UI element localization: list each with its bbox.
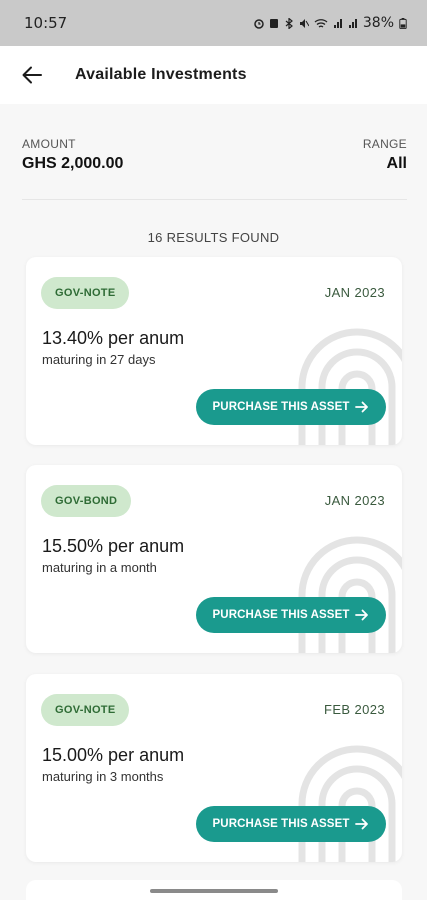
asset-type-badge: GOV-BOND — [41, 485, 132, 517]
range-label: RANGE — [362, 137, 407, 151]
purchase-button-label: PURCHASE THIS ASSET — [212, 818, 350, 830]
arrow-right-icon — [355, 401, 369, 413]
investment-card: GOV-NOTE JAN 2023 13.40% per anum maturi… — [26, 257, 402, 445]
bluetooth-icon — [285, 17, 293, 29]
page-title: Available Investments — [75, 66, 247, 83]
interest-rate: 13.40% per anum — [42, 328, 185, 348]
asset-type-badge: GOV-NOTE — [41, 277, 130, 309]
arrow-right-icon — [355, 818, 369, 830]
divider — [22, 199, 407, 200]
signal-icon — [333, 18, 342, 28]
amount-value: GHS 2,000.00 — [22, 155, 124, 172]
status-time: 10:57 — [24, 14, 68, 32]
purchase-button-label: PURCHASE THIS ASSET — [212, 609, 350, 621]
back-button[interactable] — [12, 55, 52, 95]
status-bar: 10:57 38% — [0, 0, 427, 46]
investment-card: GOV-NOTE FEB 2023 15.00% per anum maturi… — [26, 674, 402, 862]
purchase-asset-button[interactable]: PURCHASE THIS ASSET — [196, 389, 386, 425]
purchase-asset-button[interactable]: PURCHASE THIS ASSET — [196, 806, 386, 842]
arrow-left-icon — [22, 66, 42, 84]
home-indicator[interactable] — [150, 889, 278, 893]
asset-type-badge: GOV-NOTE — [41, 694, 130, 726]
interest-rate: 15.00% per anum — [42, 745, 185, 765]
alarm-icon — [254, 18, 264, 29]
battery-icon — [399, 17, 407, 29]
results-count: 16 RESULTS FOUND — [147, 230, 280, 245]
asset-date: JAN 2023 — [324, 493, 385, 508]
purchase-asset-button[interactable]: PURCHASE THIS ASSET — [196, 597, 386, 633]
wifi-icon — [314, 18, 328, 28]
arrow-right-icon — [355, 609, 369, 621]
maturity-text: maturing in 3 months — [42, 769, 164, 784]
range-value: All — [386, 155, 407, 172]
interest-rate: 15.50% per anum — [42, 536, 185, 556]
sim-icon — [269, 18, 278, 28]
signal-icon — [348, 18, 357, 28]
mute-icon — [299, 18, 309, 28]
asset-date: JAN 2023 — [324, 285, 385, 300]
asset-date: FEB 2023 — [323, 702, 385, 717]
status-icons: 38% — [254, 15, 407, 31]
app-header: Available Investments — [0, 46, 427, 104]
maturity-text: maturing in 27 days — [42, 352, 156, 367]
investment-summary: AMOUNT GHS 2,000.00 RANGE All — [22, 137, 407, 197]
investment-card: GOV-BOND JAN 2023 15.50% per anum maturi… — [26, 465, 402, 653]
battery-level: 38% — [362, 15, 394, 31]
maturity-text: maturing in a month — [42, 560, 157, 575]
amount-block: AMOUNT GHS 2,000.00 — [22, 137, 123, 173]
range-block[interactable]: RANGE All — [363, 137, 407, 173]
amount-label: AMOUNT — [22, 137, 76, 151]
purchase-button-label: PURCHASE THIS ASSET — [212, 401, 350, 413]
